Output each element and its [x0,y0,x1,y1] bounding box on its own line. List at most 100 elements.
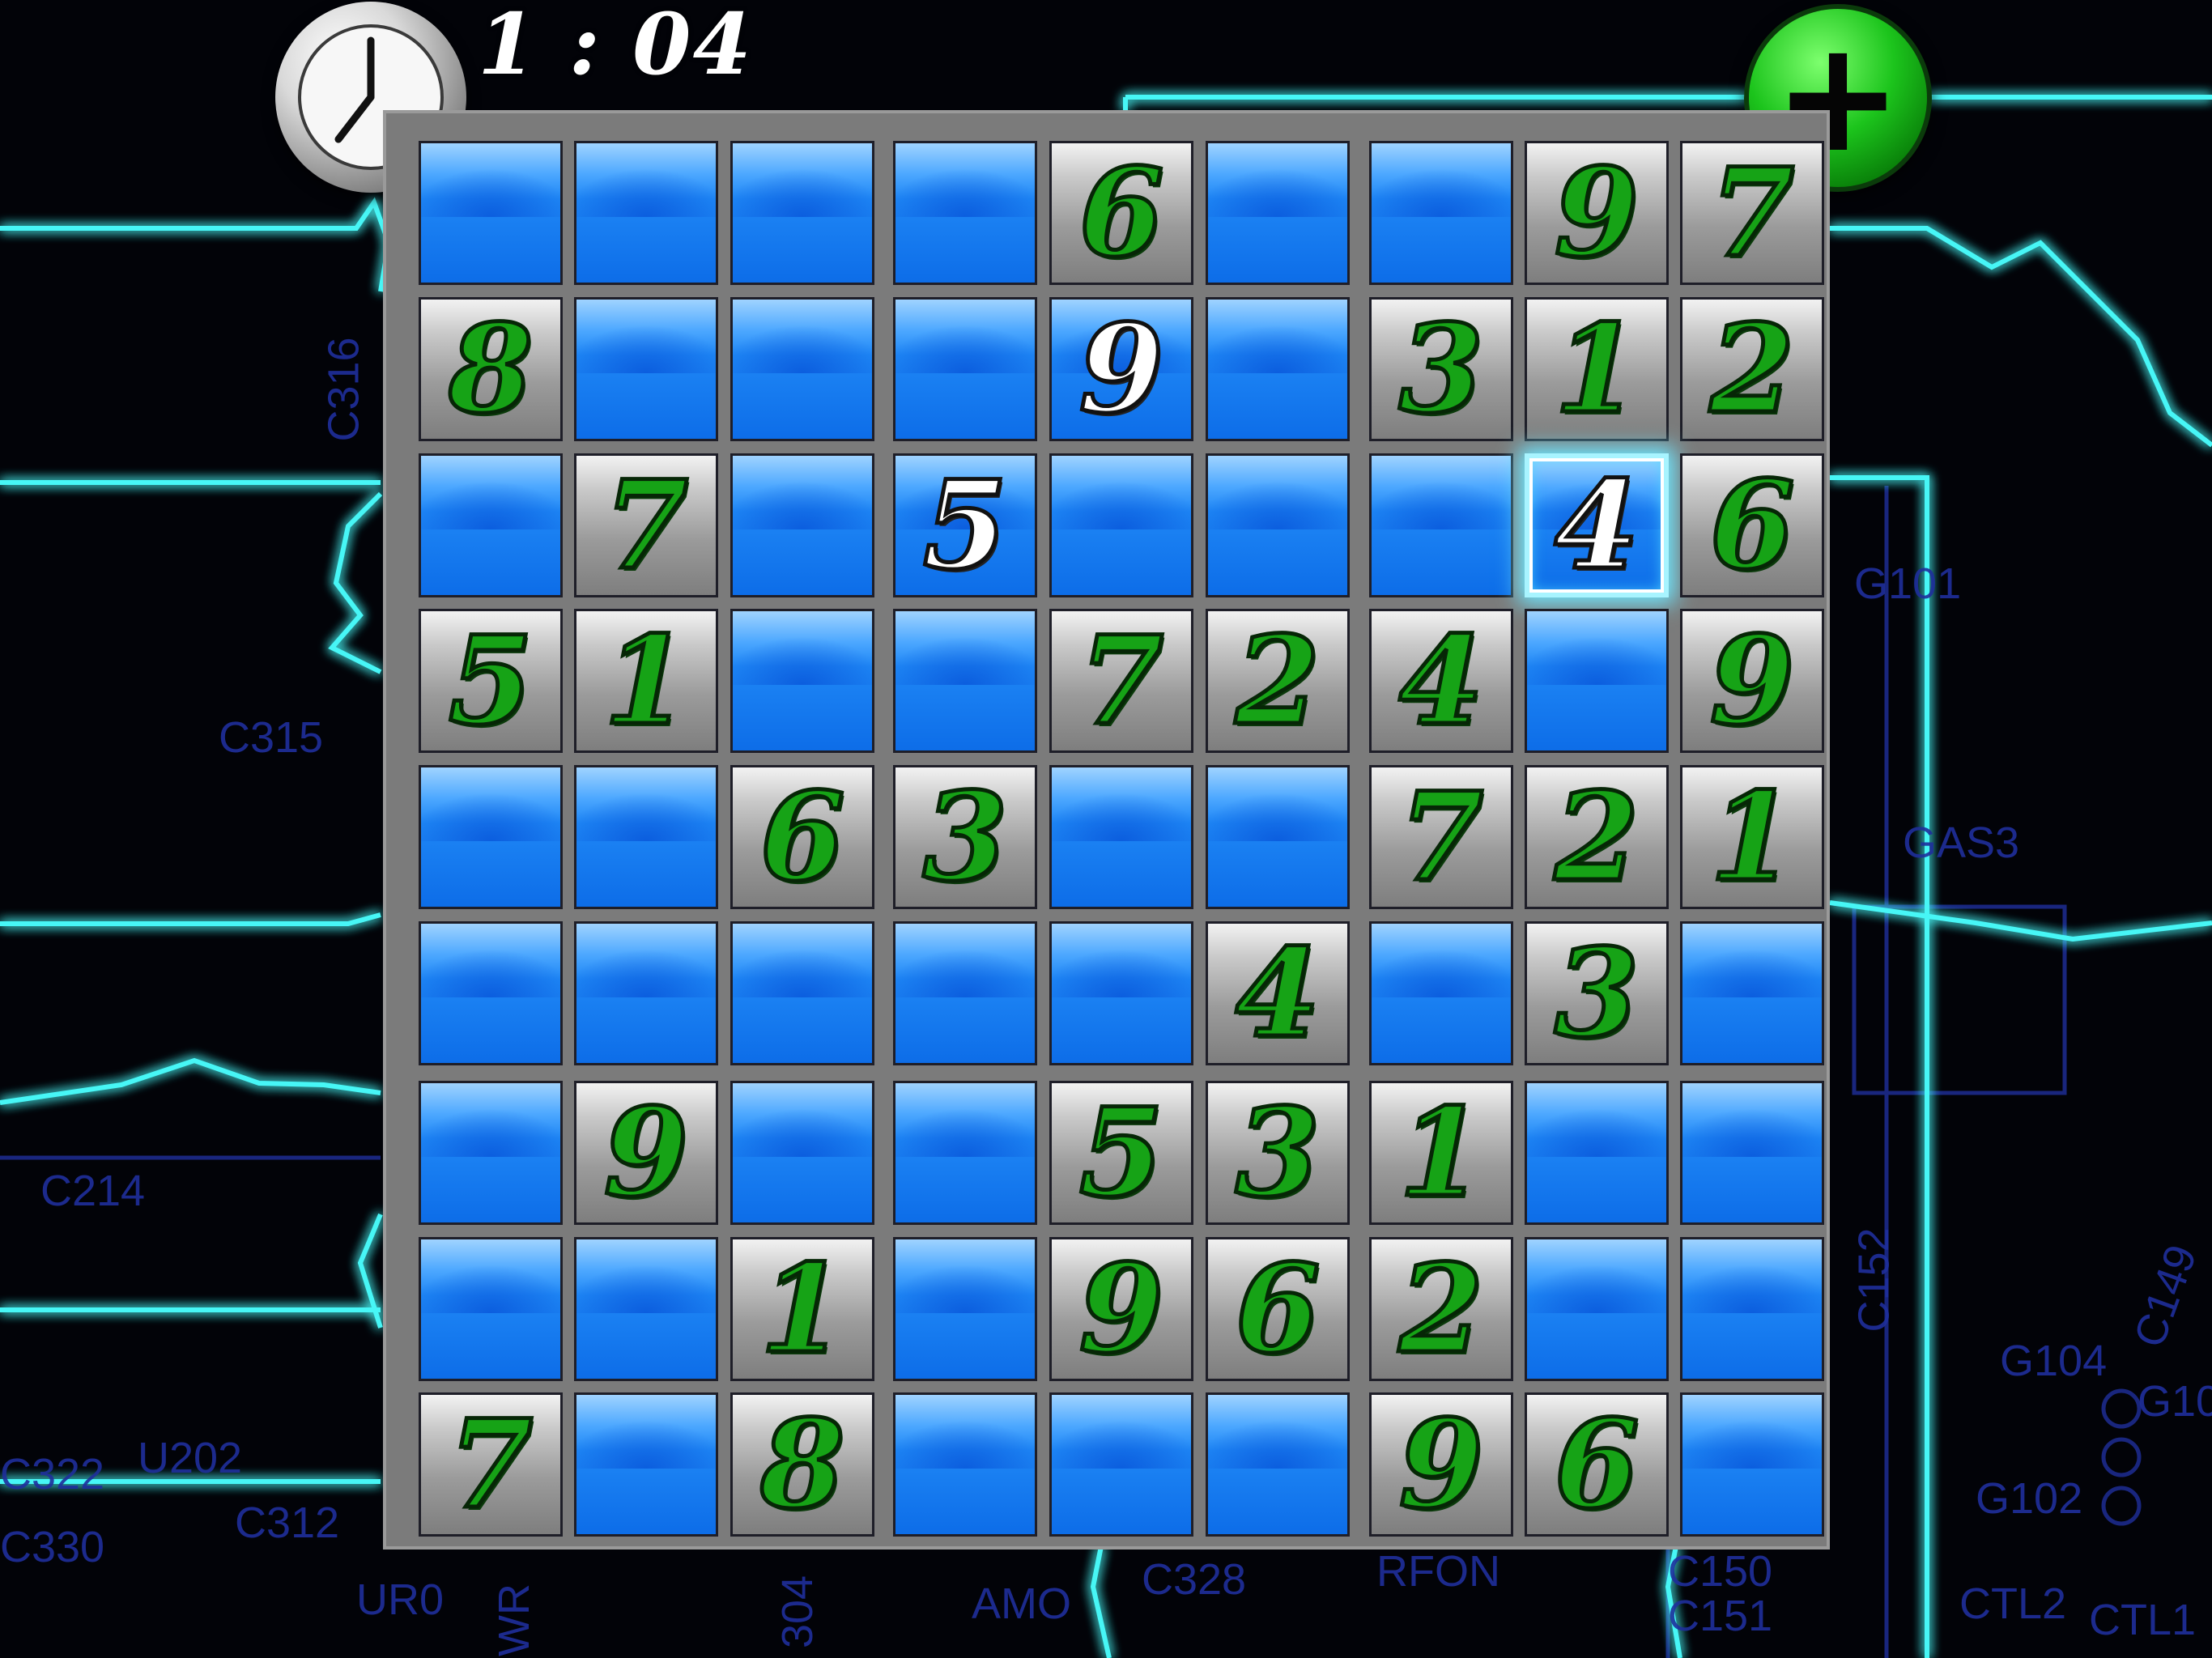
sudoku-cell[interactable] [419,453,563,597]
sudoku-cell[interactable] [730,141,874,285]
cell-digit: 4 [1397,610,1485,752]
sudoku-cell[interactable]: 3 [893,765,1037,909]
cell-digit: 1 [758,1238,846,1380]
sudoku-cell[interactable]: 3 [1206,1081,1350,1225]
sudoku-cell[interactable]: 7 [574,453,718,597]
sudoku-cell[interactable]: 7 [419,1392,563,1537]
sudoku-cell[interactable]: 6 [1680,453,1824,597]
sudoku-cell[interactable] [1206,1392,1350,1537]
cell-digit: 4 [1233,922,1321,1065]
sudoku-cell[interactable] [574,1392,718,1537]
cell-digit: 9 [1708,610,1796,752]
sudoku-cell[interactable]: 1 [1680,765,1824,909]
sudoku-cell[interactable] [1049,765,1193,909]
sudoku-cell[interactable]: 9 [1049,1237,1193,1381]
sudoku-cell[interactable] [893,141,1037,285]
sudoku-cell[interactable] [1525,1237,1669,1381]
cell-digit: 6 [1233,1238,1321,1380]
cell-digit: 9 [1397,1393,1485,1536]
sudoku-cell[interactable] [1206,765,1350,909]
sudoku-cell[interactable] [730,453,874,597]
sudoku-cell[interactable]: 7 [1049,609,1193,753]
sudoku-cell[interactable]: 2 [1680,297,1824,441]
sudoku-cell[interactable] [1206,453,1350,597]
sudoku-cell[interactable]: 4 [1369,609,1513,753]
sudoku-cell[interactable] [419,921,563,1065]
cell-digit: 1 [602,610,690,752]
sudoku-cell[interactable]: 7 [1680,141,1824,285]
sudoku-cell[interactable] [893,1081,1037,1225]
sudoku-cell[interactable]: 3 [1369,297,1513,441]
sudoku-cell[interactable]: 2 [1369,1237,1513,1381]
sudoku-cell[interactable]: 6 [1049,141,1193,285]
sudoku-cell[interactable]: 5 [419,609,563,753]
sudoku-cell[interactable]: 1 [574,609,718,753]
sudoku-cell[interactable] [1680,1237,1824,1381]
sudoku-cell[interactable] [1680,1081,1824,1225]
sudoku-cell[interactable] [1525,609,1669,753]
bg-label: C151 [1668,1592,1773,1640]
timer-display: 1 : 04 [478,0,753,94]
sudoku-cell[interactable]: 6 [730,765,874,909]
sudoku-cell[interactable] [1680,921,1824,1065]
sudoku-cell[interactable]: 3 [1525,921,1669,1065]
sudoku-cell[interactable]: 9 [1369,1392,1513,1537]
sudoku-cell[interactable]: 1 [1525,297,1669,441]
sudoku-cell[interactable] [1049,921,1193,1065]
sudoku-cell[interactable] [730,297,874,441]
sudoku-cell[interactable]: 1 [1369,1081,1513,1225]
sudoku-cell[interactable]: 9 [574,1081,718,1225]
cell-digit: 5 [1077,1082,1165,1224]
sudoku-cell[interactable] [1206,141,1350,285]
sudoku-cell[interactable]: 8 [419,297,563,441]
sudoku-cell[interactable] [574,141,718,285]
sudoku-cell[interactable] [1369,921,1513,1065]
sudoku-cell[interactable] [893,1392,1037,1537]
sudoku-cell[interactable]: 2 [1206,609,1350,753]
sudoku-cell[interactable]: 5 [1049,1081,1193,1225]
sudoku-cell[interactable] [1049,453,1193,597]
sudoku-cell[interactable] [1369,141,1513,285]
cell-digit: 7 [446,1393,534,1536]
sudoku-cell[interactable]: 8 [730,1392,874,1537]
cell-selected[interactable]: 4 [1525,453,1669,597]
sudoku-cell[interactable] [1680,1392,1824,1537]
sudoku-cell[interactable]: 4 [1206,921,1350,1065]
cell-digit: 1 [1708,766,1796,908]
sudoku-cell[interactable] [730,609,874,753]
sudoku-cell[interactable]: 1 [730,1237,874,1381]
cell-digit: 3 [1552,922,1640,1065]
sudoku-cell[interactable]: 5 [893,453,1037,597]
sudoku-cell[interactable] [1206,297,1350,441]
sudoku-cell[interactable] [574,765,718,909]
sudoku-cell[interactable] [1525,1081,1669,1225]
sudoku-cell[interactable] [574,1237,718,1381]
cell-digit: 2 [1552,766,1640,908]
bg-label: C322 [0,1450,105,1499]
sudoku-cell[interactable] [419,141,563,285]
sudoku-cell[interactable] [893,609,1037,753]
sudoku-cell[interactable] [419,1081,563,1225]
sudoku-cell[interactable] [1049,1392,1193,1537]
sudoku-cell[interactable]: 9 [1525,141,1669,285]
bg-label: C316 [319,337,368,442]
sudoku-cell[interactable] [893,1237,1037,1381]
bg-label: CTL1 [2089,1596,2197,1644]
sudoku-cell[interactable] [730,1081,874,1225]
sudoku-cell[interactable]: 6 [1525,1392,1669,1537]
sudoku-cell[interactable]: 9 [1680,609,1824,753]
sudoku-cell[interactable] [419,1237,563,1381]
sudoku-cell[interactable] [893,921,1037,1065]
sudoku-cell[interactable]: 2 [1525,765,1669,909]
sudoku-cell[interactable] [574,297,718,441]
sudoku-cell[interactable] [893,297,1037,441]
sudoku-board: 6978931275465172496372143953119627896 [383,110,1830,1550]
sudoku-cell[interactable]: 7 [1369,765,1513,909]
sudoku-cell[interactable] [574,921,718,1065]
sudoku-cell[interactable]: 6 [1206,1237,1350,1381]
sudoku-cell[interactable] [730,921,874,1065]
bg-label: C150 [1668,1547,1773,1596]
sudoku-cell[interactable] [419,765,563,909]
sudoku-cell[interactable]: 9 [1049,297,1193,441]
sudoku-cell[interactable] [1369,453,1513,597]
